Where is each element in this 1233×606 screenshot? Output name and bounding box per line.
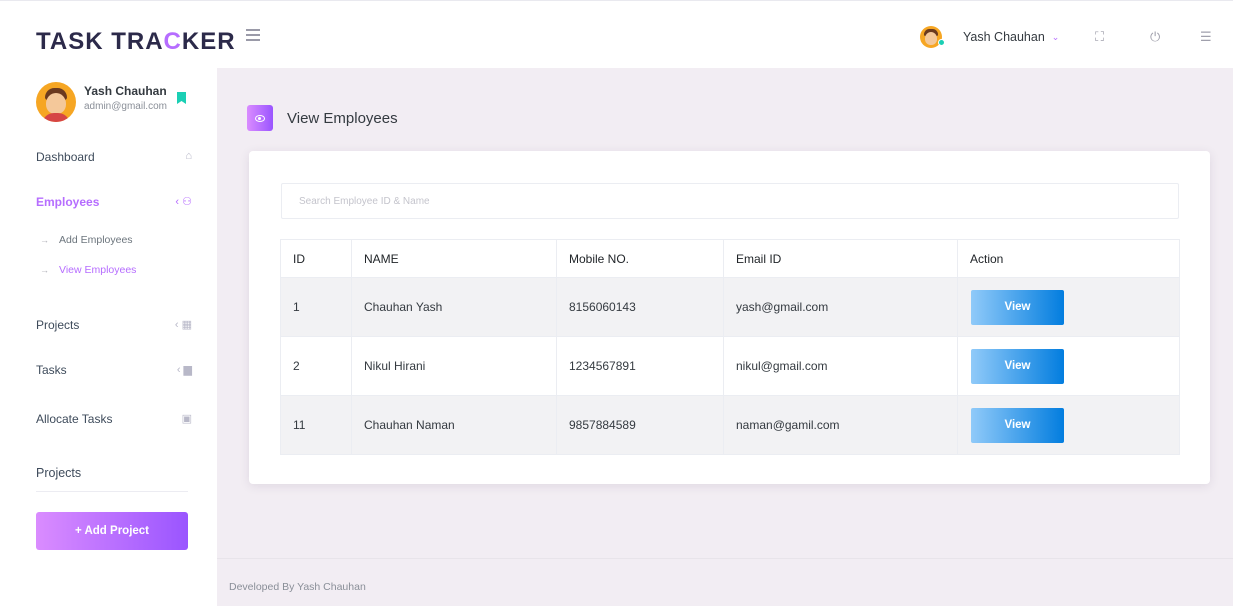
page-header: View Employees xyxy=(247,104,398,132)
sidebar-subitem-view-employees[interactable]: → View Employees xyxy=(40,264,136,276)
cell-action: View xyxy=(957,277,1180,337)
sidebar-section-title: Projects xyxy=(36,466,82,480)
top-navbar: TASK TRACKER Yash Chauhan ⌄ ⛶ ⏻ ☰ xyxy=(0,0,1233,68)
column-header-action: Action xyxy=(957,239,1180,278)
profile-email: admin@gmail.com xyxy=(84,101,167,112)
column-header-id: ID xyxy=(280,239,352,278)
sidebar-item-projects[interactable]: Projects ‹ ▦ xyxy=(36,316,196,336)
bookmark-icon xyxy=(177,92,186,104)
avatar[interactable] xyxy=(36,82,76,122)
sidebar-subitem-label: Add Employees xyxy=(59,234,133,246)
column-header-name: NAME xyxy=(351,239,557,278)
logo-text-part2: KER xyxy=(181,28,236,55)
table-row: 11 Chauhan Naman 9857884589 naman@gamil.… xyxy=(280,395,1180,455)
column-header-mobile: Mobile NO. xyxy=(556,239,724,278)
cell-name: Chauhan Naman xyxy=(351,395,557,455)
view-button[interactable]: View xyxy=(971,348,1064,384)
arrow-right-icon: → xyxy=(40,235,49,245)
sidebar-item-label: Projects xyxy=(36,318,80,332)
footer-text: Developed By Yash Chauhan xyxy=(229,581,366,593)
cell-email: nikul@gmail.com xyxy=(723,336,958,396)
power-icon[interactable]: ⏻ xyxy=(1150,29,1160,45)
sidebar-item-label: Tasks xyxy=(36,363,67,377)
list-icon[interactable]: ☰ xyxy=(1200,29,1212,45)
briefcase-icon: ‹ ▆ xyxy=(176,364,192,376)
home-icon: ⌂ xyxy=(185,150,192,162)
sidebar-item-employees[interactable]: Employees ‹ ⚇ xyxy=(36,193,196,213)
arrow-right-icon: → xyxy=(40,265,49,275)
page-title: View Employees xyxy=(287,109,398,127)
sidebar-item-allocate-tasks[interactable]: Allocate Tasks ▣ xyxy=(36,410,196,430)
logo-text-accent: C xyxy=(163,28,182,55)
table-header-row: ID NAME Mobile NO. Email ID Action xyxy=(280,239,1180,278)
cell-email: yash@gmail.com xyxy=(723,277,958,337)
sidebar-item-label: Employees xyxy=(36,195,100,209)
cell-email: naman@gamil.com xyxy=(723,395,958,455)
book-icon: ‹ ▦ xyxy=(174,319,192,331)
cell-mobile: 1234567891 xyxy=(556,336,724,396)
sidebar-item-label: Dashboard xyxy=(36,150,95,164)
search-input[interactable] xyxy=(281,183,1179,219)
cell-id: 11 xyxy=(280,395,352,455)
cell-action: View xyxy=(957,395,1180,455)
app-logo[interactable]: TASK TRACKER xyxy=(36,28,236,56)
employees-card: ID NAME Mobile NO. Email ID Action 1 Cha… xyxy=(249,151,1210,484)
divider xyxy=(36,491,188,492)
sidebar-subitem-add-employees[interactable]: → Add Employees xyxy=(40,234,133,246)
cell-mobile: 9857884589 xyxy=(556,395,724,455)
sidebar-item-label: Allocate Tasks xyxy=(36,412,113,426)
online-status-icon xyxy=(938,39,945,46)
toolbox-icon: ▣ xyxy=(181,413,192,425)
sidebar: Yash Chauhan admin@gmail.com Dashboard ⌂… xyxy=(0,68,217,606)
header-user-name: Yash Chauhan xyxy=(963,30,1045,44)
sidebar-item-dashboard[interactable]: Dashboard ⌂ xyxy=(36,148,196,168)
menu-icon[interactable] xyxy=(246,29,260,41)
footer: Developed By Yash Chauhan xyxy=(217,558,1233,606)
table-row: 2 Nikul Hirani 1234567891 nikul@gmail.co… xyxy=(280,336,1180,396)
fullscreen-icon[interactable]: ⛶ xyxy=(1095,29,1104,45)
profile-name: Yash Chauhan xyxy=(84,84,167,98)
sidebar-subitem-label: View Employees xyxy=(59,264,137,276)
table-row: 1 Chauhan Yash 8156060143 yash@gmail.com… xyxy=(280,277,1180,337)
employees-table: ID NAME Mobile NO. Email ID Action 1 Cha… xyxy=(280,239,1180,455)
cell-mobile: 8156060143 xyxy=(556,277,724,337)
users-icon: ‹ ⚇ xyxy=(175,196,192,208)
cell-id: 1 xyxy=(280,277,352,337)
column-header-email: Email ID xyxy=(723,239,958,278)
view-button[interactable]: View xyxy=(971,407,1064,443)
sidebar-profile[interactable]: Yash Chauhan admin@gmail.com xyxy=(36,82,196,122)
cell-id: 2 xyxy=(280,336,352,396)
view-button[interactable]: View xyxy=(971,289,1064,325)
eye-icon xyxy=(247,105,273,131)
cell-name: Nikul Hirani xyxy=(351,336,557,396)
sidebar-item-tasks[interactable]: Tasks ‹ ▆ xyxy=(36,361,196,381)
cell-name: Chauhan Yash xyxy=(351,277,557,337)
chevron-down-icon: ⌄ xyxy=(1051,31,1060,42)
cell-action: View xyxy=(957,336,1180,396)
logo-text-part1: TASK TRA xyxy=(36,28,164,55)
main-content: View Employees ID NAME Mobile NO. Email … xyxy=(217,68,1233,558)
add-project-button[interactable]: + Add Project xyxy=(36,512,188,550)
